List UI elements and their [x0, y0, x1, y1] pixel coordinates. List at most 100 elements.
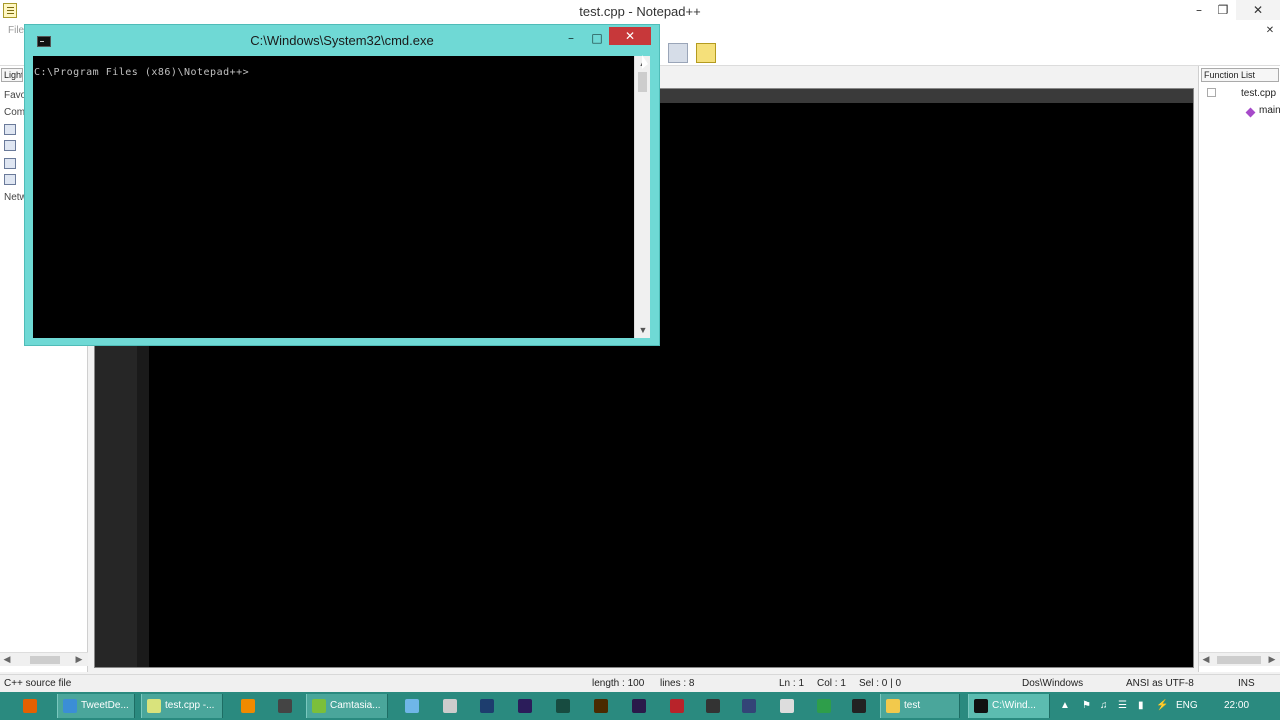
function-list-header: Function List — [1201, 68, 1279, 82]
status-eol[interactable]: Dos\Windows — [1022, 678, 1083, 689]
taskbar-item[interactable] — [812, 694, 840, 718]
left-panel-tab[interactable]: Light — [1, 68, 23, 82]
after-effects-icon — [632, 699, 646, 713]
status-lines: lines : 8 — [660, 678, 695, 689]
npp-close-button[interactable]: ✕ — [1236, 0, 1280, 20]
vlc-icon — [241, 699, 255, 713]
taskbar-item[interactable] — [775, 694, 803, 718]
status-line: Ln : 1 — [779, 678, 805, 689]
npp-minimize-button[interactable]: – — [1186, 0, 1212, 20]
app-icon — [443, 699, 457, 713]
function-icon — [1245, 107, 1256, 118]
npp-titlebar: test.cpp - Notepad++ – ❐ ✕ — [0, 0, 1280, 22]
status-insert-mode: INS — [1238, 678, 1255, 689]
battery-icon[interactable]: ▮ — [1138, 692, 1144, 720]
flag-icon[interactable]: ⚑ — [1082, 692, 1091, 720]
taskbar-item[interactable] — [551, 694, 579, 718]
drive-icon — [4, 174, 16, 185]
taskbar-item[interactable] — [665, 694, 693, 718]
cmd-vertical-scrollbar[interactable]: ▲ ▼ — [634, 56, 650, 338]
taskbar-item[interactable] — [701, 694, 729, 718]
cmd-close-button[interactable]: ✕ — [609, 27, 651, 45]
cmd-console[interactable]: C:\Program Files (x86)\Notepad++> — [33, 56, 634, 338]
left-panel-hscrollbar[interactable]: ◀ ▶ — [0, 652, 88, 666]
taskbar-item[interactable] — [236, 694, 264, 718]
scroll-left-icon[interactable]: ◀ — [1199, 653, 1213, 666]
folder-icon — [886, 699, 900, 713]
taskbar-item[interactable] — [400, 694, 428, 718]
media-icon — [706, 699, 720, 713]
taskbar-item[interactable] — [589, 694, 617, 718]
taskbar-item-label: test.cpp -... — [165, 700, 215, 711]
right-panel-hscrollbar[interactable]: ◀ ▶ — [1199, 652, 1280, 666]
print-icon[interactable] — [668, 43, 688, 63]
status-bar: C++ source file length : 100 lines : 8 L… — [0, 674, 1280, 692]
network-icon[interactable]: ☰ — [1118, 692, 1127, 720]
npp-window-title: test.cpp - Notepad++ — [579, 4, 701, 19]
taskbar-item[interactable]: test.cpp -... — [141, 694, 223, 718]
taskbar-item-label: TweetDe... — [81, 700, 129, 711]
taskbar-item[interactable] — [273, 694, 301, 718]
taskbar: TweetDe... test.cpp -... Camtasia... test C:… — [0, 692, 1280, 720]
taskbar-item[interactable] — [513, 694, 541, 718]
winamp-icon — [278, 699, 292, 713]
function-list-panel: Function List test.cpp main ◀ ▶ — [1198, 66, 1280, 672]
macro-icon[interactable] — [696, 43, 716, 63]
scroll-thumb[interactable] — [1217, 656, 1261, 664]
taskbar-item[interactable] — [438, 694, 466, 718]
filezilla-icon — [670, 699, 684, 713]
illustrator-icon — [594, 699, 608, 713]
status-length: length : 100 — [592, 678, 645, 689]
scroll-left-icon[interactable]: ◀ — [0, 653, 14, 666]
npp-doc-close-icon[interactable]: ✕ — [1262, 22, 1278, 40]
clock[interactable]: 22:00 — [1224, 692, 1249, 720]
taskbar-item[interactable]: C:\Wind... — [968, 694, 1050, 718]
menu-file[interactable]: File — [8, 25, 24, 36]
taskbar-item[interactable] — [18, 694, 48, 718]
chrome-icon — [63, 699, 77, 713]
taskbar-item[interactable]: test — [880, 694, 960, 718]
photoshop-icon — [480, 699, 494, 713]
function-list-file[interactable]: test.cpp — [1241, 88, 1276, 99]
taskbar-item[interactable] — [847, 694, 875, 718]
scroll-thumb[interactable] — [638, 72, 647, 92]
audition-icon — [556, 699, 570, 713]
network-icon — [405, 699, 419, 713]
cmd-maximize-button[interactable]: □ — [584, 29, 610, 47]
phone-icon — [817, 699, 831, 713]
scroll-down-icon[interactable]: ▼ — [635, 323, 651, 337]
volume-icon[interactable]: ♫ — [1100, 692, 1108, 720]
taskbar-item-label: test — [904, 700, 921, 711]
taskbar-item[interactable] — [475, 694, 503, 718]
left-panel-row[interactable]: Favo — [4, 90, 26, 101]
scroll-right-icon[interactable]: ▶ — [1265, 653, 1279, 666]
mouse-cursor-icon — [642, 55, 648, 69]
show-hidden-icons-icon[interactable]: ▲ — [1060, 692, 1070, 720]
status-file-type: C++ source file — [4, 678, 72, 689]
taskbar-item-label: Camtasia... — [330, 700, 381, 711]
taskbar-item[interactable]: Camtasia... — [306, 694, 388, 718]
obs-icon — [742, 699, 756, 713]
drive-icon — [4, 158, 16, 169]
scroll-thumb[interactable] — [30, 656, 60, 664]
language-indicator[interactable]: ENG — [1176, 692, 1198, 720]
cmd-window[interactable]: C:\Windows\System32\cmd.exe – □ ✕ C:\Pro… — [24, 24, 660, 346]
scroll-right-icon[interactable]: ▶ — [72, 653, 86, 666]
taskbar-item[interactable] — [737, 694, 765, 718]
taskbar-item-label: C:\Wind... — [992, 700, 1036, 711]
status-encoding[interactable]: ANSI as UTF-8 — [1126, 678, 1194, 689]
left-panel-row[interactable]: Com — [4, 107, 25, 118]
taskbar-item[interactable] — [627, 694, 655, 718]
firefox-icon — [23, 699, 37, 713]
cmd-icon — [974, 699, 988, 713]
cmd-minimize-button[interactable]: – — [558, 29, 584, 47]
taskbar-item[interactable]: TweetDe... — [57, 694, 135, 718]
status-column: Col : 1 — [817, 678, 846, 689]
camtasia-icon — [312, 699, 326, 713]
function-list-item[interactable]: main — [1259, 105, 1280, 116]
premiere-icon — [518, 699, 532, 713]
status-selection: Sel : 0 | 0 — [859, 678, 902, 689]
npp-restore-button[interactable]: ❐ — [1210, 0, 1236, 20]
tree-expand-icon[interactable] — [1207, 88, 1216, 97]
power-icon[interactable]: ⚡ — [1156, 692, 1168, 720]
